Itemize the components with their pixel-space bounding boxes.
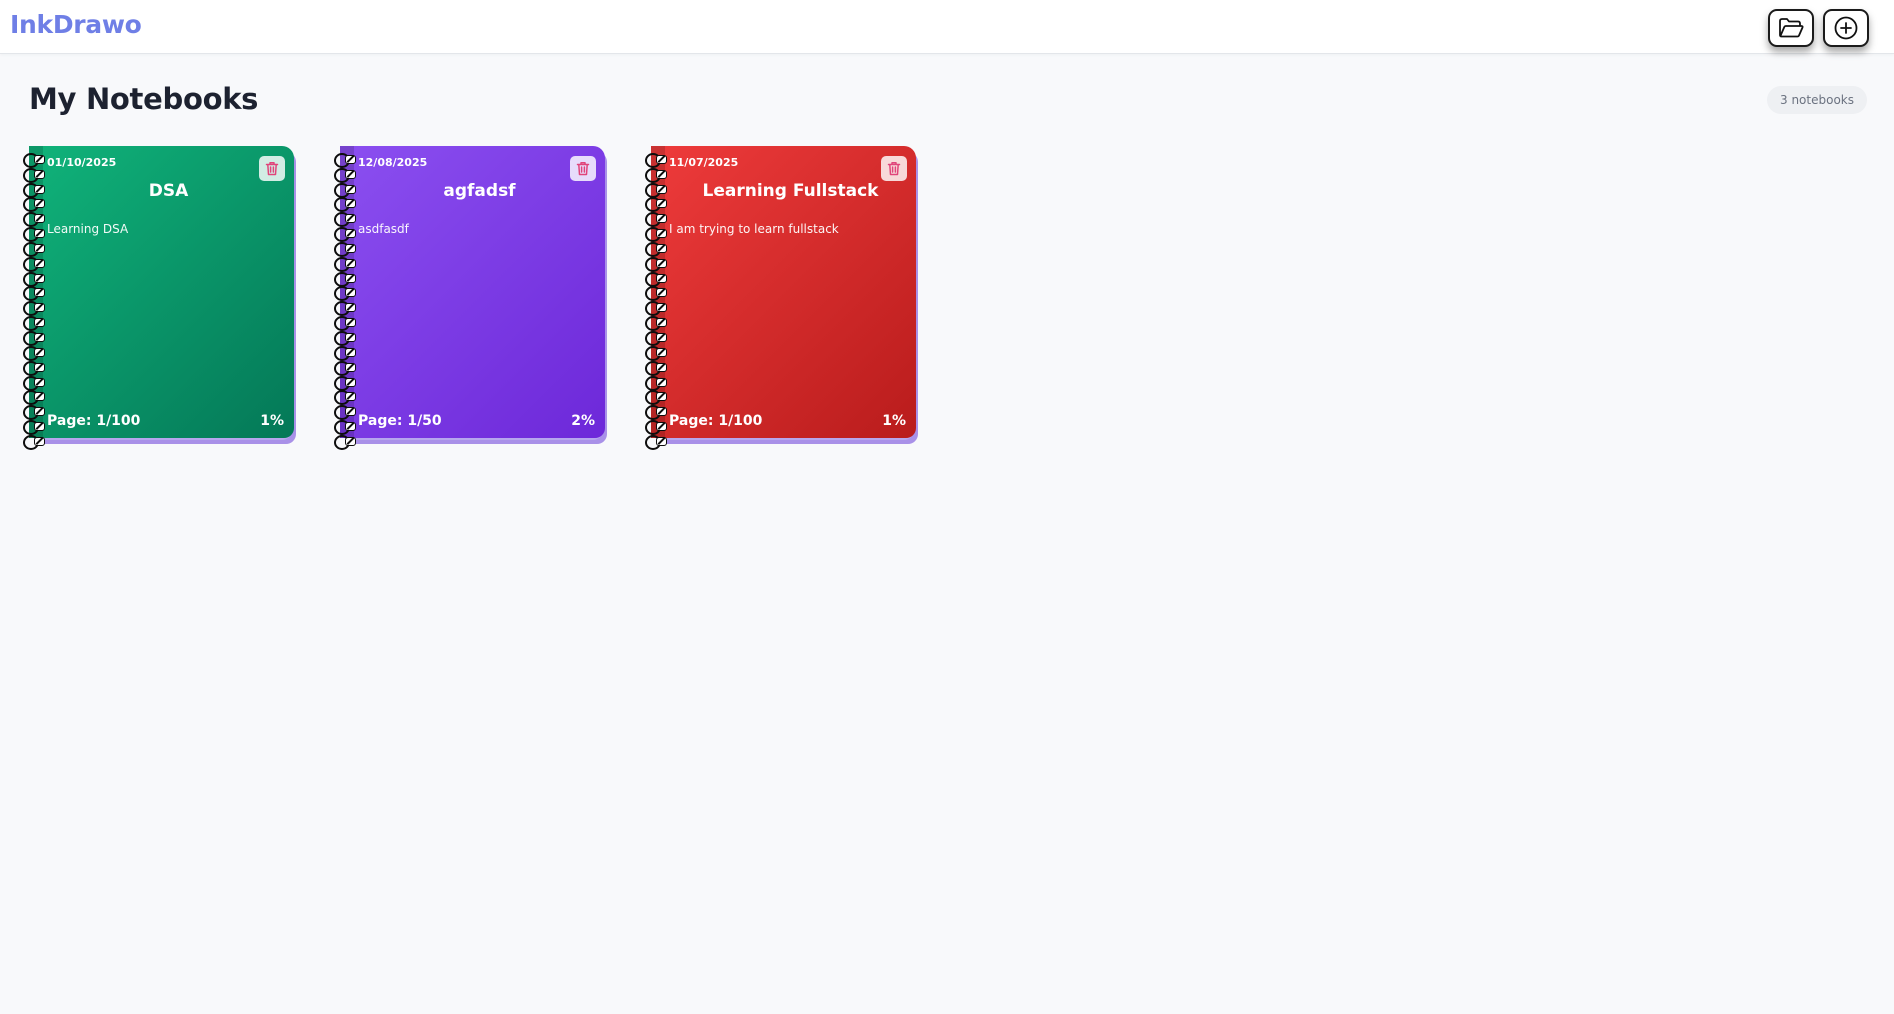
spiral-ring — [645, 375, 667, 391]
spiral-binding — [334, 150, 360, 450]
spiral-ring — [334, 316, 356, 332]
notebook-progress: 1% — [260, 413, 284, 429]
spiral-ring — [334, 375, 356, 391]
notebook-progress: 1% — [882, 413, 906, 429]
open-notebook-button[interactable] — [1768, 9, 1814, 47]
spiral-ring — [23, 212, 45, 228]
spiral-ring — [334, 241, 356, 257]
spiral-ring — [334, 330, 356, 346]
folder-open-icon — [1779, 18, 1804, 38]
page-title: My Notebooks — [29, 82, 259, 116]
spiral-ring — [334, 227, 356, 243]
spiral-ring — [334, 286, 356, 302]
spiral-ring — [23, 286, 45, 302]
spiral-ring — [334, 167, 356, 183]
spiral-ring — [645, 330, 667, 346]
spiral-ring — [334, 197, 356, 213]
spiral-ring — [23, 434, 45, 450]
notebook-progress: 2% — [571, 413, 595, 429]
delete-notebook-button[interactable] — [259, 156, 285, 181]
notebook-cover[interactable]: 11/07/2025 Learning Fullstack I am tryin… — [651, 146, 916, 438]
notebook-date: 01/10/2025 — [47, 156, 117, 169]
spiral-ring — [645, 182, 667, 198]
spiral-ring — [334, 360, 356, 376]
spiral-ring — [645, 360, 667, 376]
notebook-title: Learning Fullstack — [702, 181, 879, 201]
spiral-ring — [645, 390, 667, 406]
spiral-ring — [645, 316, 667, 332]
spiral-ring — [645, 197, 667, 213]
spiral-ring — [23, 256, 45, 272]
spiral-ring — [334, 182, 356, 198]
spiral-ring — [334, 256, 356, 272]
notebook-page-indicator: Page: 1/100 — [669, 413, 763, 429]
spiral-ring — [645, 271, 667, 287]
spiral-ring — [23, 271, 45, 287]
spiral-ring — [23, 360, 45, 376]
spiral-ring — [645, 301, 667, 317]
notebook-date: 11/07/2025 — [669, 156, 739, 169]
spiral-ring — [23, 301, 45, 317]
trash-icon — [887, 162, 901, 176]
trash-icon — [576, 162, 590, 176]
spiral-ring — [334, 405, 356, 421]
spiral-ring — [334, 434, 356, 450]
notebook-card[interactable]: 11/07/2025 Learning Fullstack I am tryin… — [645, 146, 918, 450]
spiral-ring — [645, 212, 667, 228]
delete-notebook-button[interactable] — [570, 156, 596, 181]
spiral-binding — [645, 150, 671, 450]
spiral-ring — [645, 405, 667, 421]
notebook-cover[interactable]: 12/08/2025 agfadsf asdfasdf Page: 1/50 2… — [340, 146, 605, 438]
spiral-ring — [645, 345, 667, 361]
spiral-ring — [23, 316, 45, 332]
spiral-ring — [23, 197, 45, 213]
spiral-ring — [23, 345, 45, 361]
spiral-ring — [23, 241, 45, 257]
spiral-ring — [645, 152, 667, 168]
spiral-ring — [645, 286, 667, 302]
notebook-count-badge: 3 notebooks — [1767, 86, 1867, 114]
notebook-page-indicator: Page: 1/50 — [358, 413, 442, 429]
plus-circle-icon — [1834, 16, 1858, 40]
spiral-ring — [23, 420, 45, 436]
spiral-ring — [23, 330, 45, 346]
spiral-ring — [645, 256, 667, 272]
notebook-description: Learning DSA — [47, 222, 129, 236]
notebook-description: asdfasdf — [358, 222, 409, 236]
delete-notebook-button[interactable] — [881, 156, 907, 181]
top-bar: InkDrawo — [0, 0, 1894, 54]
notebook-cover[interactable]: 01/10/2025 DSA Learning DSA Page: 1/100 … — [29, 146, 294, 438]
spiral-ring — [645, 434, 667, 450]
add-notebook-button[interactable] — [1823, 9, 1869, 47]
notebook-card[interactable]: 12/08/2025 agfadsf asdfasdf Page: 1/50 2… — [334, 146, 607, 450]
spiral-ring — [23, 152, 45, 168]
trash-icon — [265, 162, 279, 176]
spiral-ring — [334, 345, 356, 361]
spiral-ring — [23, 227, 45, 243]
spiral-ring — [23, 390, 45, 406]
spiral-binding — [23, 150, 49, 450]
notebook-card[interactable]: 01/10/2025 DSA Learning DSA Page: 1/100 … — [23, 146, 296, 450]
spiral-ring — [23, 405, 45, 421]
notebook-date: 12/08/2025 — [358, 156, 428, 169]
spiral-ring — [645, 227, 667, 243]
app-logo[interactable]: InkDrawo — [10, 10, 142, 39]
spiral-ring — [645, 241, 667, 257]
spiral-ring — [334, 152, 356, 168]
spiral-ring — [645, 420, 667, 436]
spiral-ring — [334, 301, 356, 317]
notebook-title: DSA — [148, 181, 189, 201]
spiral-ring — [23, 182, 45, 198]
spiral-ring — [334, 212, 356, 228]
spiral-ring — [334, 271, 356, 287]
spiral-ring — [334, 420, 356, 436]
notebook-title: agfadsf — [443, 181, 516, 201]
notebook-description: I am trying to learn fullstack — [669, 222, 839, 236]
spiral-ring — [334, 390, 356, 406]
spiral-ring — [23, 167, 45, 183]
notebook-page-indicator: Page: 1/100 — [47, 413, 141, 429]
spiral-ring — [23, 375, 45, 391]
spiral-ring — [645, 167, 667, 183]
